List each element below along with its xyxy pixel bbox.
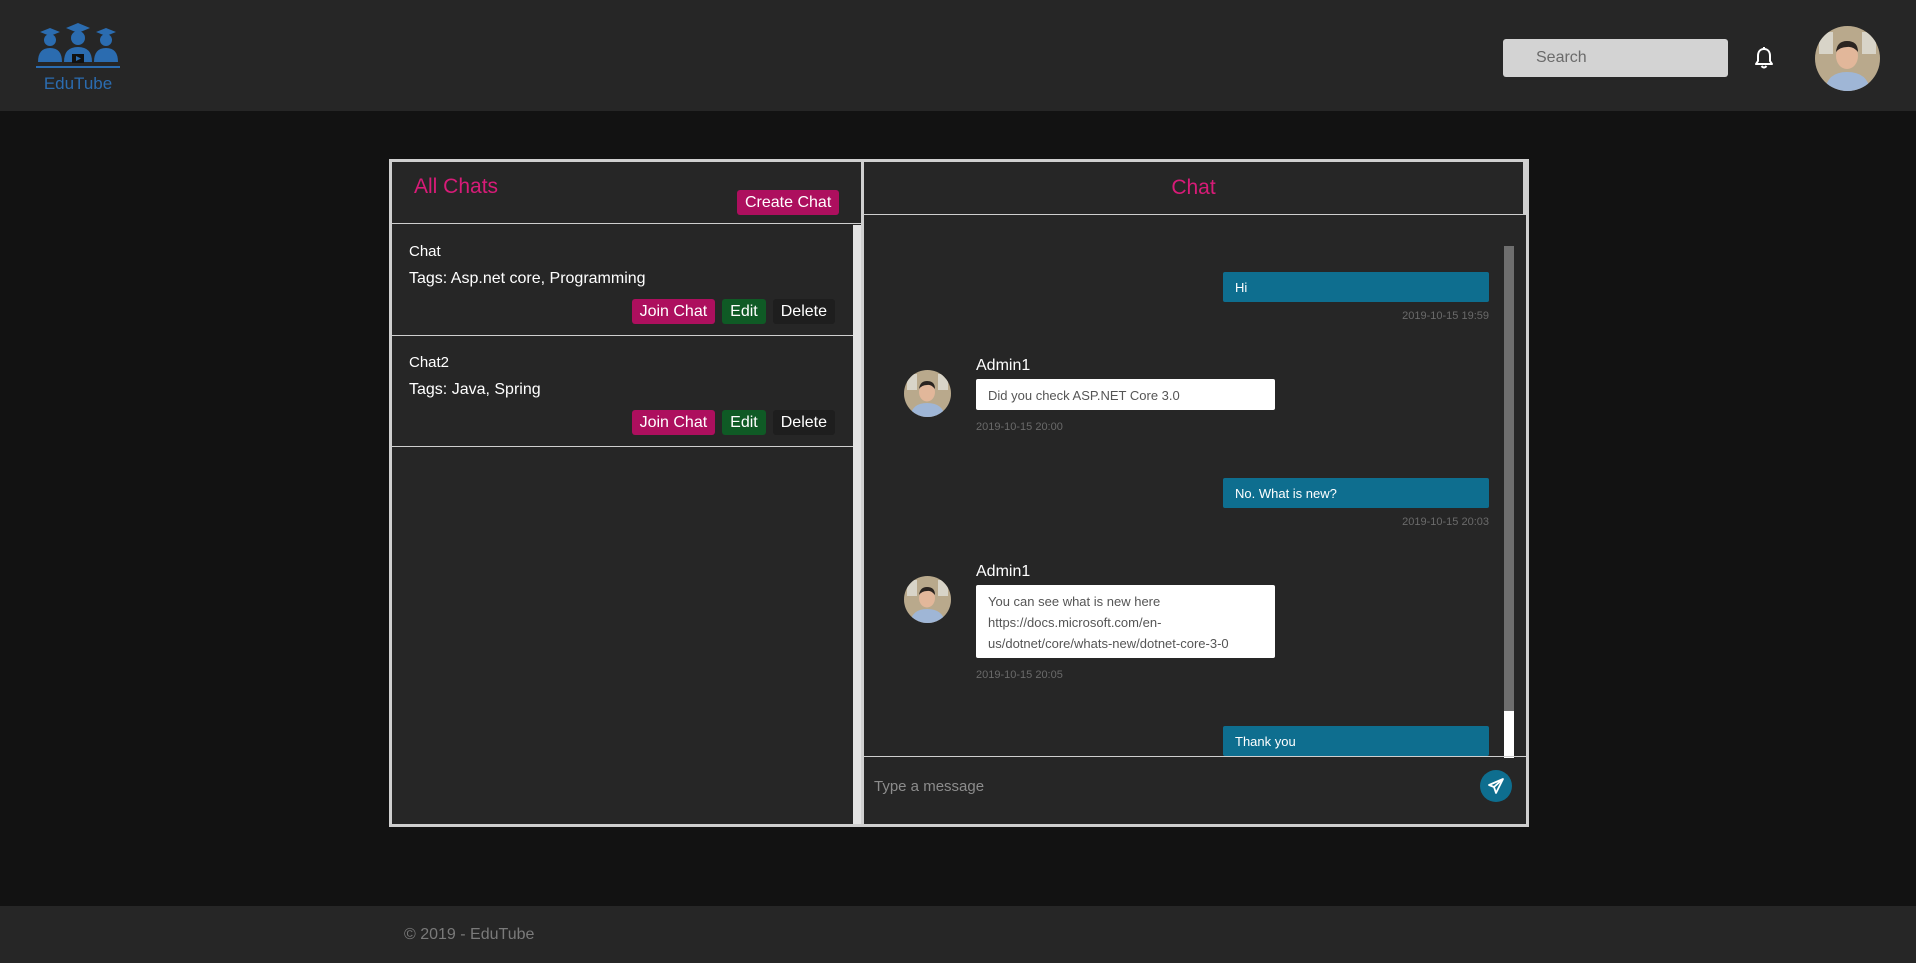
edit-chat-button[interactable]: Edit <box>722 410 766 435</box>
chat-list-scrollbar[interactable] <box>853 225 861 824</box>
message-timestamp: 2019-10-15 20:03 <box>1402 516 1489 528</box>
message-timestamp: 2019-10-15 19:59 <box>1402 310 1489 322</box>
delete-chat-button[interactable]: Delete <box>772 299 835 324</box>
edit-chat-button[interactable]: Edit <box>722 299 766 324</box>
sender-name: Admin1 <box>976 357 1031 374</box>
incoming-message: You can see what is new here https://doc… <box>976 585 1275 658</box>
page-footer: © 2019 - EduTube <box>0 906 1916 963</box>
user-avatar[interactable] <box>1815 26 1880 91</box>
all-chats-title: All Chats <box>414 175 499 198</box>
chat-container: All Chats Create Chat Chat Tags: Asp.net… <box>389 159 1529 827</box>
copyright-text: © 2019 - EduTube <box>404 926 535 943</box>
incoming-message: Did you check ASP.NET Core 3.0 <box>976 379 1275 410</box>
chat-tags: Tags: Java, Spring <box>409 381 541 398</box>
create-chat-button[interactable]: Create Chat <box>737 190 840 215</box>
edutube-logo[interactable]: EduTube <box>36 22 120 96</box>
sender-name: Admin1 <box>976 563 1031 580</box>
search-input[interactable] <box>1503 39 1728 77</box>
chat-actions: Join Chat Edit Delete <box>631 299 835 324</box>
graduates-logo-icon <box>36 23 120 68</box>
top-header: EduTube <box>0 0 1916 111</box>
send-button[interactable] <box>1480 770 1512 802</box>
chats-panel: All Chats Create Chat Chat Tags: Asp.net… <box>392 162 864 824</box>
message-timestamp: 2019-10-15 20:00 <box>976 421 1063 433</box>
outgoing-message: No. What is new? <box>1223 478 1489 508</box>
chat-name: Chat2 <box>409 354 450 371</box>
send-icon <box>1488 778 1504 794</box>
message-composer <box>864 756 1526 824</box>
logo-text: EduTube <box>43 74 113 93</box>
chat-list-item[interactable]: Chat2 Tags: Java, Spring Join Chat Edit … <box>392 336 853 447</box>
conversation-panel: Chat Hi 2019-10-15 19:59 Admin1 Did you … <box>864 162 1526 824</box>
join-chat-button[interactable]: Join Chat <box>631 299 716 324</box>
message-input[interactable] <box>874 771 1464 801</box>
chat-list-item[interactable]: Chat Tags: Asp.net core, Programming Joi… <box>392 225 853 336</box>
chat-tags: Tags: Asp.net core, Programming <box>409 270 646 287</box>
message-scrollbar-thumb[interactable] <box>1504 246 1514 711</box>
bell-icon[interactable] <box>1753 46 1775 70</box>
message-scrollbar[interactable] <box>1504 246 1514 758</box>
conversation-title: Chat <box>1171 176 1216 199</box>
delete-chat-button[interactable]: Delete <box>772 410 835 435</box>
sender-avatar[interactable] <box>904 576 951 623</box>
chats-panel-header: All Chats Create Chat <box>392 162 861 224</box>
chat-name: Chat <box>409 243 441 260</box>
outgoing-message: Thank you <box>1223 726 1489 756</box>
sender-avatar[interactable] <box>904 370 951 417</box>
chat-list: Chat Tags: Asp.net core, Programming Joi… <box>392 225 853 824</box>
message-timestamp: 2019-10-15 20:05 <box>976 669 1063 681</box>
message-list: Hi 2019-10-15 19:59 Admin1 Did you check… <box>864 216 1504 756</box>
chat-actions: Join Chat Edit Delete <box>631 410 835 435</box>
join-chat-button[interactable]: Join Chat <box>631 410 716 435</box>
conversation-header: Chat <box>864 162 1526 215</box>
outgoing-message: Hi <box>1223 272 1489 302</box>
